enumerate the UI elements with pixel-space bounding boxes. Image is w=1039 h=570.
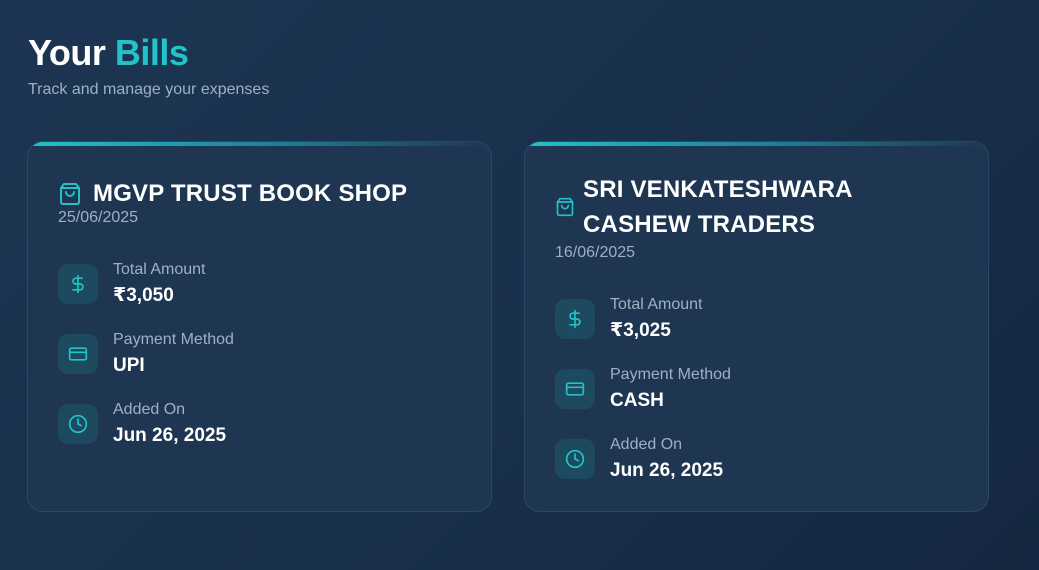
added-on-value: Jun 26, 2025 [113,425,227,446]
shop-name: SRI VENKATESHWARA CASHEW TRADERS [583,172,853,242]
payment-method-row: Payment Method CASH [555,365,731,413]
added-on-row: Added On Jun 26, 2025 [555,435,723,483]
payment-method-label: Payment Method [610,366,731,383]
title-accent: Bills [114,32,189,73]
shopping-bag-icon [555,197,575,217]
credit-card-icon [58,334,98,374]
added-on-label: Added On [113,401,186,418]
page-header: Your Bills Track and manage your expense… [28,32,269,100]
shopping-bag-icon [58,182,82,206]
added-on-row: Added On Jun 26, 2025 [58,400,226,448]
added-on-label: Added On [610,436,683,453]
payment-method-row: Payment Method UPI [58,330,234,378]
shop-name-line-1: SRI VENKATESHWARA [583,176,853,203]
payment-method-value: CASH [610,390,664,411]
title-plain: Your [28,32,106,73]
clock-icon [58,404,98,444]
bill-card-header: SRI VENKATESHWARA CASHEW TRADERS [555,172,958,242]
bill-date: 25/06/2025 [58,209,139,226]
bill-card-header: MGVP TRUST BOOK SHOP [58,176,461,211]
bill-date: 16/06/2025 [555,244,636,261]
shop-name: MGVP TRUST BOOK SHOP [93,180,408,207]
page-subtitle: Track and manage your expenses [28,81,270,98]
added-on-value: Jun 26, 2025 [610,460,724,481]
total-amount-label: Total Amount [610,296,703,313]
total-amount-value: ₹3,025 [610,320,671,341]
dollar-icon [58,264,98,304]
page-title: Your Bills [28,32,269,74]
total-amount-value: ₹3,050 [113,285,174,306]
bill-card[interactable]: MGVP TRUST BOOK SHOP 25/06/2025 Total Am… [27,141,492,512]
shop-name-line-2: CASHEW TRADERS [583,211,816,238]
total-amount-row: Total Amount ₹3,050 [58,260,206,308]
credit-card-icon [555,369,595,409]
payment-method-value: UPI [113,355,145,376]
payment-method-label: Payment Method [113,331,234,348]
total-amount-row: Total Amount ₹3,025 [555,295,703,343]
total-amount-label: Total Amount [113,261,206,278]
dollar-icon [555,299,595,339]
clock-icon [555,439,595,479]
bill-card[interactable]: SRI VENKATESHWARA CASHEW TRADERS 16/06/2… [524,141,989,512]
